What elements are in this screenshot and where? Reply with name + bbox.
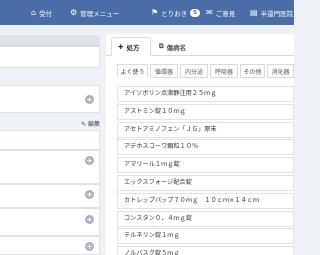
nav-clinic[interactable]: ▤ 半還門医院 [250,7,293,19]
nav-clinic-label: 半還門医院 [260,10,294,18]
tab-disease-name[interactable]: ⧉ 傷病名 [153,37,203,56]
drug-list-item[interactable]: アセトアミノフェン「ＪＧ」原末 [117,121,294,138]
nav-feedback[interactable]: ✉ ご意見 [206,7,235,19]
drug-list-item[interactable]: カトレップパップ７０ｍｇ １０ｃｍ×１４ｃｍ [117,192,294,209]
left-panel-section: + [0,236,100,255]
left-panel-section: + [0,208,100,236]
drug-list-item[interactable]: アストミン錠１０ｍｇ [117,103,294,120]
gear-icon: ⚙ [70,8,78,17]
reserved-count-badge: 5 [190,9,200,17]
left-panel-row [0,46,100,68]
mail-icon: ✉ [206,8,213,17]
left-column: + ✎ 編集 + + + + [0,25,100,255]
category-tab-digestive[interactable]: 消化器 [267,64,294,78]
tab-disease-name-label: 傷病名 [166,43,187,52]
tab-prescription[interactable]: ✚ 処方 [111,37,151,56]
drug-list-item[interactable]: エックスフォージ配合錠 [117,174,294,191]
tab-prescription-label: 処方 [126,43,140,52]
category-tabs: よく使う 循環器 内分泌 呼吸器 その他 消化器 [106,64,294,78]
add-icon[interactable]: + [85,156,94,165]
left-panel-section: + [0,184,100,208]
disease-name-icon: ⧉ [159,42,164,50]
user-flag-icon: ⚑ [151,8,159,17]
left-panel-section [0,130,100,150]
category-tab-cardiovascular[interactable]: 循環器 [150,64,178,78]
nav-reception-label: 受付 [39,10,53,18]
nav-admin-menu-label: 管理メニュー [80,10,120,18]
add-icon[interactable]: + [85,190,94,199]
drug-list: アイソボリン点滴静注用２５ｍｇ アストミン錠１０ｍｇ アセトアミノフェン「ＪＧ」… [117,86,294,255]
add-icon[interactable]: + [85,215,94,224]
nav-reserved-label: とりおき [161,10,188,18]
category-tab-respiratory[interactable]: 呼吸器 [210,64,238,78]
nav-admin-menu[interactable]: ⚙ 管理メニュー [70,7,119,19]
prescription-panel: ✚ 処方 ⧉ 傷病名 よく使う 循環器 内分泌 呼吸器 その他 消化器 アイソボ… [106,34,294,255]
drug-list-item[interactable]: アイソボリン点滴静注用２５ｍｇ [117,86,294,102]
prescription-icon: ✚ [118,42,124,51]
left-panel-header [0,35,100,46]
category-tab-frequent[interactable]: よく使う [117,64,148,78]
drug-list-item[interactable]: ノルバスク錠５ｍｇ [117,246,294,255]
edit-link[interactable]: ✎ 編集 [81,119,100,128]
category-tab-endocrine[interactable]: 内分泌 [180,64,208,78]
panel-tabs: ✚ 処方 ⧉ 傷病名 [106,34,294,56]
left-panel-section: + [0,85,100,113]
add-icon[interactable]: + [85,242,94,251]
drug-list-item[interactable]: アマリール１ｍｇ錠 [117,157,294,174]
left-panel-section: + [0,150,100,184]
drug-list-item[interactable]: テルネリン錠１ｍｇ [117,228,294,245]
top-navigation-bar: ⌂ 受付 ⚙ 管理メニュー ⚑ とりおき 5 ✉ ご意見 ▤ 半還門医院 [0,0,294,25]
nav-feedback-label: ご意見 [215,10,236,18]
document-icon: ▤ [250,8,258,17]
nav-reception[interactable]: ⌂ 受付 [31,7,52,19]
add-icon[interactable]: + [85,95,94,104]
drug-list-item[interactable]: コンスタン０．４ｍｇ錠 [117,210,294,227]
nav-reserved[interactable]: ⚑ とりおき 5 [151,7,200,19]
category-tab-other[interactable]: その他 [240,64,265,78]
drug-list-item[interactable]: アデホスコーワ顆粒１０％ [117,139,294,156]
home-icon: ⌂ [31,8,37,17]
